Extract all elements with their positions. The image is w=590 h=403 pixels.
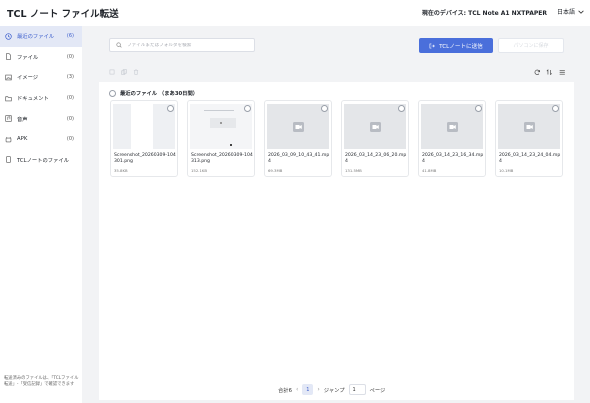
sidebar-item-label: ドキュメント [17, 96, 49, 103]
file-name: Screenshot_20260309-104313.png [191, 153, 253, 165]
refresh-icon[interactable] [534, 60, 541, 79]
file-card[interactable]: 2026_03_09_10_43_41.mp4 69.3MB [264, 100, 332, 177]
sidebar-item-label: ファイル [17, 54, 39, 61]
video-file-icon [369, 121, 381, 132]
sidebar-item-count: (0) [66, 53, 74, 60]
save-to-pc-button[interactable]: パソコンに保存 [498, 38, 564, 53]
sidebar-item-images[interactable]: イメージ (3) [0, 67, 82, 88]
jump-page-input[interactable]: 1 [348, 384, 366, 395]
sidebar-item-label: 最近のファイル [17, 34, 55, 41]
sidebar-item-count: (0) [66, 115, 74, 122]
search-input[interactable] [127, 42, 247, 48]
send-to-tcl-note-button[interactable]: TCLノートに送信 [419, 38, 493, 53]
select-file-radio[interactable] [321, 105, 328, 112]
audio-icon [5, 115, 12, 122]
file-name: 2026_03_14_23_24_04.mp4 [499, 153, 561, 165]
sidebar-item-apk[interactable]: APK (0) [0, 129, 82, 150]
file-size: 69.3MB [268, 168, 283, 173]
file-card[interactable]: 2026_03_14_23_06_20.mp4 131.5MB [341, 100, 409, 177]
file-size: 131.5MB [345, 168, 362, 173]
tablet-icon [5, 156, 12, 163]
file-size: 152.1KB [191, 168, 207, 173]
screenshot-preview-graphic [204, 110, 236, 146]
sidebar-item-documents[interactable]: ドキュメント (0) [0, 88, 82, 109]
video-thumbnail [344, 104, 406, 149]
delete-icon[interactable] [133, 60, 139, 79]
sidebar-item-count: (0) [66, 95, 74, 102]
app-header: TCL ノート ファイル転送 現在のデバイス: TCL Note A1 NXTP… [0, 0, 590, 26]
sidebar-item-count: (0) [66, 136, 74, 143]
sort-icon[interactable] [546, 60, 553, 79]
apk-icon [5, 136, 12, 143]
screenshot-thumbnail [190, 104, 252, 149]
video-thumbnail [498, 104, 560, 149]
file-name: 2026_03_09_10_43_41.mp4 [268, 153, 330, 165]
video-file-icon [292, 121, 304, 132]
file-size: 10.1MB [499, 168, 514, 173]
jump-label: ジャンプ [323, 387, 345, 394]
screenshot-thumbnail [113, 104, 175, 149]
chevron-left-icon[interactable]: ‹ [296, 386, 298, 393]
search-icon [116, 42, 122, 48]
file-size: 35.8KB [114, 168, 128, 173]
total-count: 合計6 [278, 387, 292, 394]
video-file-icon [523, 121, 535, 132]
select-file-radio[interactable] [244, 105, 251, 112]
file-card[interactable]: Screenshot_20260309-104313.png 152.1KB [187, 100, 255, 177]
current-device-label: 現在のデバイス: TCL Note A1 NXTPAPER [421, 10, 547, 17]
copy-icon[interactable] [121, 60, 127, 79]
sidebar-item-count: (6) [66, 33, 74, 40]
file-list-panel: 最近のファイル （まあ30日間） Screenshot_20260309-104… [99, 82, 574, 400]
file-card[interactable]: 2026_03_14_23_16_34.mp4 41.8MB [418, 100, 486, 177]
file-size: 41.8MB [422, 168, 437, 173]
view-tools [534, 60, 566, 79]
sidebar-item-audio[interactable]: 音声 (0) [0, 108, 82, 129]
group-header: 最近のファイル （まあ30日間） [109, 89, 198, 97]
video-thumbnail [421, 104, 483, 149]
language-select[interactable]: 日本語 [557, 7, 584, 16]
selection-tools [109, 60, 139, 79]
select-file-radio[interactable] [167, 105, 174, 112]
transfer-record-note: 転送済みのファイルは、「TCLファイル転送」-「受信記録」で確認できます [4, 376, 79, 388]
file-card[interactable]: 2026_03_14_23_24_04.mp4 10.1MB [495, 100, 563, 177]
page-1-button[interactable]: 1 [302, 384, 314, 395]
sidebar-item-count: (3) [66, 74, 74, 81]
toolbar: TCLノートに送信 パソコンに保存 [99, 32, 574, 75]
send-button-label: TCLノートに送信 [439, 43, 483, 50]
select-file-radio[interactable] [552, 105, 559, 112]
file-card[interactable]: Screenshot_20260309-104301.png 35.8KB [110, 100, 178, 177]
document-icon [5, 95, 12, 102]
group-title: 最近のファイル （まあ30日間） [120, 91, 199, 97]
chevron-right-icon[interactable]: › [317, 386, 319, 393]
language-value: 日本語 [556, 9, 575, 16]
sidebar-item-tcl-note-files[interactable]: TCLノートのファイル [0, 150, 82, 171]
video-thumbnail [267, 104, 329, 149]
page-suffix: ページ [369, 387, 386, 394]
chevron-down-icon [578, 10, 584, 14]
select-file-radio[interactable] [398, 105, 405, 112]
sidebar-item-label: イメージ [17, 75, 39, 82]
app-title: TCL ノート ファイル転送 [7, 9, 119, 20]
sidebar-item-label: APK [17, 136, 28, 143]
select-all-icon[interactable] [109, 60, 115, 79]
send-icon [429, 43, 436, 48]
search-box[interactable] [109, 38, 255, 52]
pagination: 合計6 ‹ 1 › ジャンプ 1 ページ [278, 384, 385, 395]
file-name: 2026_03_14_23_06_20.mp4 [345, 153, 407, 165]
select-file-radio[interactable] [475, 105, 482, 112]
select-group-radio[interactable] [109, 89, 116, 97]
sidebar-item-files[interactable]: ファイル (0) [0, 47, 82, 68]
sidebar-item-label: 音声 [17, 116, 28, 123]
file-name: 2026_03_14_23_16_34.mp4 [422, 153, 484, 165]
file-name: Screenshot_20260309-104301.png [114, 153, 176, 165]
sidebar: 最近のファイル (6) ファイル (0) イメージ (3) ドキュメント (0)… [0, 26, 82, 403]
clock-icon [5, 33, 12, 40]
video-file-icon [446, 121, 458, 132]
image-icon [5, 74, 12, 81]
file-icon [5, 53, 12, 61]
sidebar-item-recent[interactable]: 最近のファイル (6) [0, 26, 82, 47]
list-view-icon[interactable] [559, 60, 566, 79]
sidebar-item-label: TCLノートのファイル [17, 157, 69, 164]
